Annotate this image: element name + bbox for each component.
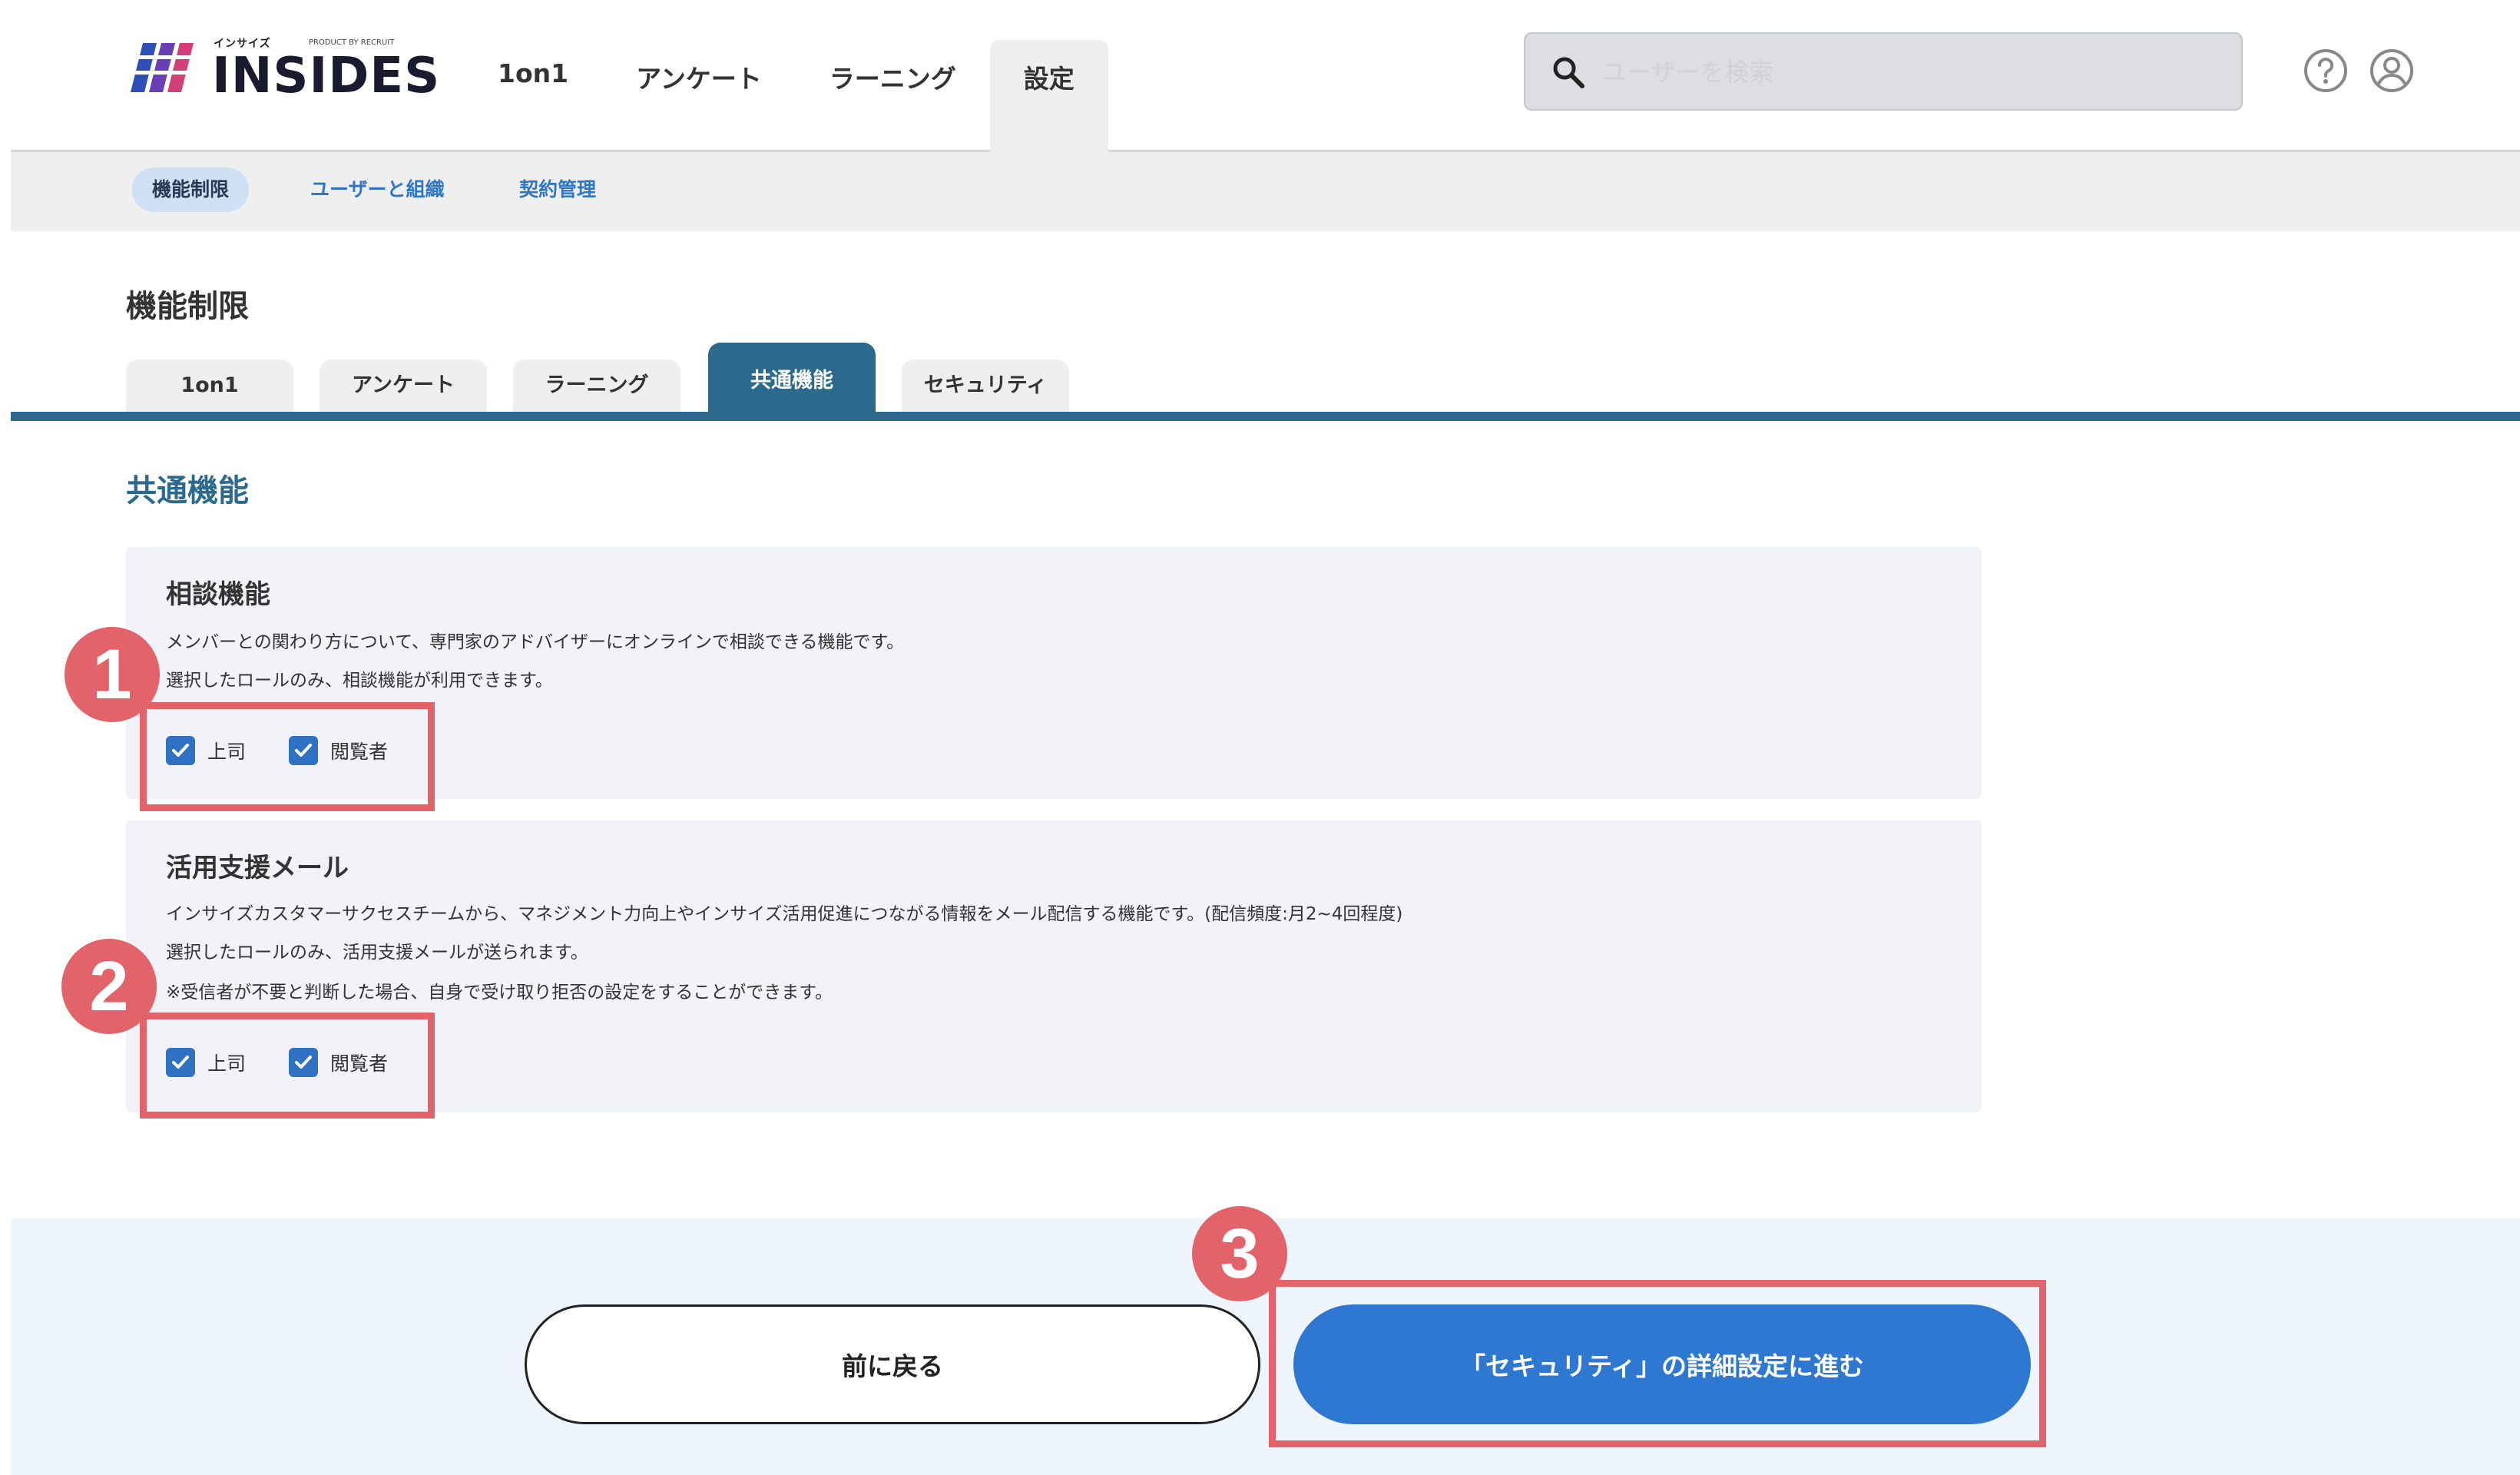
- tab-common-features[interactable]: 共通機能: [708, 343, 876, 415]
- logo-product-by: PRODUCT BY RECRUIT: [309, 38, 395, 47]
- annotation-highlight-2: [140, 1013, 435, 1119]
- logo-wordmark: INSIDES: [212, 48, 441, 104]
- settings-subnav: 機能制限 ユーザーと組織 契約管理: [11, 152, 2520, 231]
- nav-item-survey[interactable]: アンケート: [602, 40, 796, 152]
- annotation-badge-2: 2: [61, 939, 157, 1034]
- tab-1on1[interactable]: 1on1: [126, 360, 293, 415]
- nav-item-learning[interactable]: ラーニング: [796, 40, 990, 152]
- card-description: 選択したロールのみ、活用支援メールが送られます。: [166, 943, 588, 963]
- top-header: インサイズ PRODUCT BY RECRUIT INSIDES 1on1 アン…: [11, 0, 2520, 152]
- page-title: 機能制限: [126, 289, 249, 324]
- search-input[interactable]: [1602, 49, 2217, 95]
- card-description: インサイズカスタマーサクセスチームから、マネジメント力向上やインサイズ活用促進に…: [166, 904, 1403, 924]
- card-title: 活用支援メール: [166, 853, 349, 883]
- global-nav: 1on1 アンケート ラーニング 設定: [464, 40, 1108, 152]
- annotation-badge-1: 1: [65, 627, 160, 722]
- insides-logo[interactable]: インサイズ PRODUCT BY RECRUIT INSIDES: [131, 32, 439, 106]
- card-title: 相談機能: [166, 579, 270, 610]
- user-search: [1524, 32, 2243, 111]
- annotation-highlight-1: [140, 702, 435, 811]
- annotation-highlight-3: [1269, 1280, 2046, 1447]
- tab-survey[interactable]: アンケート: [320, 360, 487, 415]
- account-icon[interactable]: [2369, 48, 2415, 94]
- tab-learning[interactable]: ラーニング: [513, 360, 680, 415]
- back-button[interactable]: 前に戻る: [525, 1304, 1260, 1424]
- card-description: 選択したロールのみ、相談機能が利用できます。: [166, 671, 553, 691]
- subnav-item-users-org[interactable]: ユーザーと組織: [290, 167, 465, 212]
- nav-item-1on1[interactable]: 1on1: [464, 40, 602, 152]
- card-description: ※受信者が不要と判断した場合、自身で受け取り拒否の設定をすることができます。: [166, 983, 833, 1003]
- annotation-badge-3: 3: [1192, 1206, 1287, 1301]
- help-icon[interactable]: [2303, 48, 2349, 94]
- subnav-item-feature-restriction[interactable]: 機能制限: [132, 167, 250, 212]
- nav-item-settings[interactable]: 設定: [989, 40, 1108, 152]
- subnav-item-contract[interactable]: 契約管理: [499, 167, 616, 212]
- search-icon: [1553, 57, 1585, 88]
- section-title: 共通機能: [126, 473, 249, 509]
- logo-mark-icon: [131, 43, 206, 92]
- tab-underline: [11, 412, 2520, 421]
- tab-security[interactable]: セキュリティ: [902, 360, 1069, 415]
- card-description: メンバーとの関わり方について、専門家のアドバイザーにオンラインで相談できる機能で…: [166, 632, 905, 652]
